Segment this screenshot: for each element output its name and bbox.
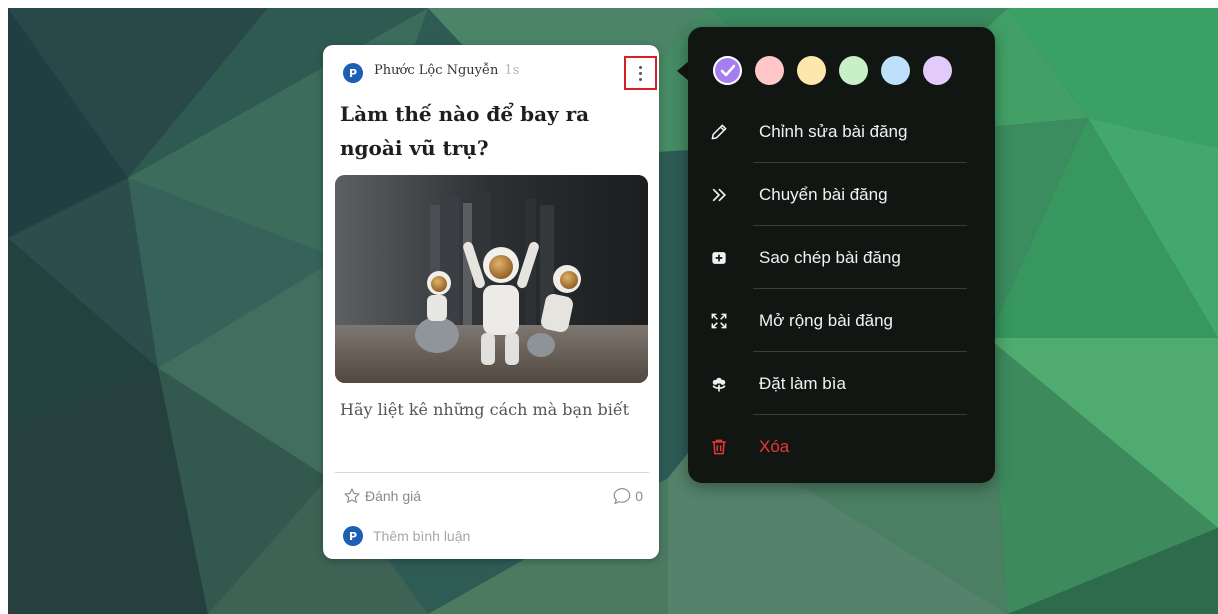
- menu-item-label: Chỉnh sửa bài đăng: [759, 122, 908, 141]
- expand-icon: [708, 310, 730, 332]
- color-swatch-lavender[interactable]: [923, 56, 952, 85]
- menu-item-label: Đặt làm bìa: [759, 374, 846, 393]
- menu-item-move-post[interactable]: Chuyển bài đăng: [708, 172, 968, 218]
- post-time: 1s: [504, 63, 520, 78]
- menu-item-label: Mở rộng bài đăng: [759, 311, 894, 330]
- menu-item-label: Sao chép bài đăng: [759, 248, 901, 267]
- color-swatch-pink[interactable]: [755, 56, 784, 85]
- menu-item-label: Chuyển bài đăng: [759, 185, 888, 204]
- menu-separator: [753, 414, 967, 415]
- menu-separator: [753, 351, 967, 352]
- menu-item-duplicate-post[interactable]: Sao chép bài đăng: [708, 235, 968, 281]
- menu-separator: [753, 288, 967, 289]
- commenter-avatar: P: [343, 526, 363, 546]
- menu-item-delete[interactable]: Xóa: [708, 424, 968, 470]
- author-name-text: Phước Lộc Nguyễn: [374, 63, 499, 78]
- menu-separator: [753, 225, 967, 226]
- rate-label: Đánh giá: [365, 488, 422, 504]
- post-body: Hãy liệt kê những cách mà bạn biết: [340, 400, 630, 419]
- post-context-menu: Chỉnh sửa bài đăng Chuyển bài đăng Sao c…: [688, 27, 995, 483]
- card-divider: [335, 472, 649, 473]
- menu-item-expand-post[interactable]: Mở rộng bài đăng: [708, 298, 968, 344]
- star-icon: [343, 487, 361, 504]
- board-canvas: P Phước Lộc Nguyễn 1s Làm thế nào để bay …: [8, 8, 1218, 614]
- check-icon: [720, 64, 736, 77]
- color-swatch-purple[interactable]: [713, 56, 742, 85]
- post-image-astronauts[interactable]: [335, 175, 648, 383]
- flower-icon: [708, 373, 730, 395]
- post-card[interactable]: P Phước Lộc Nguyễn 1s Làm thế nào để bay …: [323, 45, 659, 559]
- menu-item-label: Xóa: [759, 437, 790, 456]
- post-title: Làm thế nào để bay ra ngoài vũ trụ?: [340, 102, 590, 160]
- author-name: Phước Lộc Nguyễn 1s: [374, 63, 519, 78]
- astronaut-figurines-image: [335, 175, 648, 383]
- duplicate-icon: [708, 247, 730, 269]
- comment-bubble-icon: [613, 488, 631, 505]
- color-swatch-green[interactable]: [839, 56, 868, 85]
- post-header: P Phước Lộc Nguyễn 1s: [343, 61, 649, 89]
- post-footer: Đánh giá 0: [343, 487, 643, 509]
- menu-separator: [753, 162, 967, 163]
- comment-count: 0: [635, 488, 643, 504]
- more-vertical-icon: [639, 65, 642, 81]
- menu-item-set-cover[interactable]: Đặt làm bìa: [708, 361, 968, 407]
- more-options-button[interactable]: [624, 56, 657, 90]
- color-swatch-yellow[interactable]: [797, 56, 826, 85]
- pencil-icon: [708, 121, 730, 143]
- add-comment-field[interactable]: P Thêm bình luận: [343, 526, 470, 546]
- add-comment-placeholder: Thêm bình luận: [373, 528, 471, 544]
- author-avatar: P: [343, 63, 363, 83]
- menu-item-edit-post[interactable]: Chỉnh sửa bài đăng: [708, 109, 968, 155]
- trash-icon: [708, 436, 730, 458]
- double-chevron-right-icon: [708, 184, 730, 206]
- color-swatch-blue[interactable]: [881, 56, 910, 85]
- color-picker: [713, 56, 952, 85]
- rate-button[interactable]: Đánh giá: [343, 487, 421, 505]
- comment-count-button[interactable]: 0: [612, 487, 643, 505]
